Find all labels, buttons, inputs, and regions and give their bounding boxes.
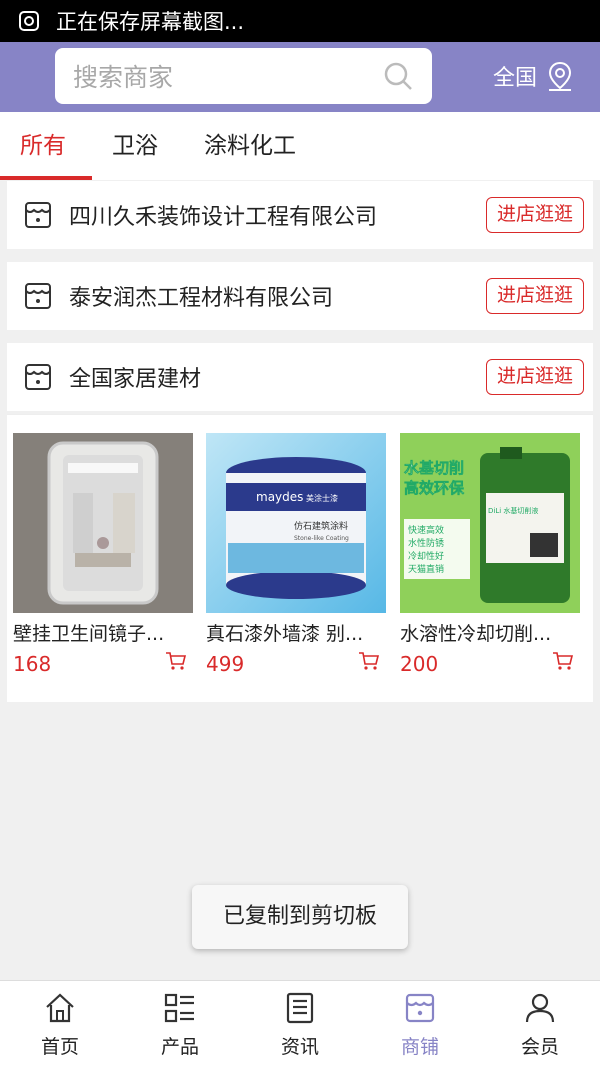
coolant-drum-label: DiLi 水基切削液: [488, 506, 538, 515]
coolant-feature: 冷却性好: [408, 550, 444, 562]
search-input[interactable]: 搜索商家: [55, 48, 432, 104]
coolant-headline-2: 高效环保: [404, 479, 465, 497]
product-card[interactable]: 水基切削 高效环保 快速高效 水性防锈 冷却性好 天猫直销 DiLi 水基切削液…: [400, 433, 580, 676]
paint-brand: maydes: [256, 490, 303, 504]
screenshot-icon: [19, 11, 39, 31]
product-card[interactable]: 壁挂卫生间镜子... 168: [13, 433, 193, 676]
tabbar-item-shops[interactable]: 商铺: [360, 981, 480, 1067]
search-icon[interactable]: [382, 60, 414, 92]
product-image-coolant[interactable]: 水基切削 高效环保 快速高效 水性防锈 冷却性好 天猫直销 DiLi 水基切削液: [400, 433, 580, 613]
top-bar: 搜索商家 全国: [0, 42, 600, 112]
tabbar-label: 商铺: [400, 1036, 439, 1058]
coolant-feature: 水性防锈: [408, 537, 444, 549]
product-image-mirror[interactable]: [13, 433, 193, 613]
coolant-feature: 快速高效: [408, 524, 444, 536]
region-selector[interactable]: 全国: [493, 56, 575, 96]
location-icon: [549, 61, 572, 91]
bottom-tab-bar: 首页 产品 资讯 商铺 会员: [0, 980, 600, 1067]
coolant-feature: 天猫直销: [408, 563, 444, 575]
status-bar: 正在保存屏幕截图...: [0, 0, 600, 42]
shop-icon: [25, 202, 51, 228]
tabbar-item-products[interactable]: 产品: [120, 981, 240, 1067]
product-name: 水溶性冷却切削...: [400, 623, 552, 645]
product-grid: 壁挂卫生间镜子... 168 maydes 美涂士漆 仿石建筑涂料 Stone-…: [7, 414, 593, 702]
grid-list-icon: [164, 993, 194, 1023]
shop-name: 四川久禾装饰设计工程有限公司: [69, 205, 378, 230]
paint-label-en: Stone-like Coating: [294, 535, 349, 542]
product-name: 壁挂卫生间镜子...: [13, 623, 165, 645]
home-icon: [46, 993, 74, 1023]
shop-icon: [25, 283, 51, 309]
tabbar-label: 首页: [40, 1036, 79, 1058]
tab-coatings-chemicals[interactable]: 涂料化工: [204, 112, 296, 180]
enter-shop-button[interactable]: 进店逛逛: [486, 197, 584, 233]
enter-shop-button[interactable]: 进店逛逛: [486, 278, 584, 314]
tabbar-label: 会员: [520, 1036, 559, 1058]
product-name: 真石漆外墙漆 别...: [206, 623, 364, 645]
product-image-paint[interactable]: maydes 美涂士漆 仿石建筑涂料 Stone-like Coating: [206, 433, 386, 613]
search-placeholder: 搜索商家: [73, 63, 174, 92]
tab-all[interactable]: 所有: [0, 112, 92, 180]
shop-name: 泰安润杰工程材料有限公司: [69, 286, 334, 311]
copied-toast: 已复制到剪切板: [192, 885, 408, 949]
tabbar-label: 产品: [160, 1036, 199, 1058]
cart-icon[interactable]: [165, 651, 187, 671]
tabbar-label: 资讯: [280, 1036, 319, 1058]
shop-name: 全国家居建材: [69, 367, 202, 392]
shop-row[interactable]: 全国家居建材 进店逛逛: [7, 343, 593, 411]
enter-shop-button[interactable]: 进店逛逛: [486, 359, 584, 395]
tabbar-item-member[interactable]: 会员: [480, 981, 600, 1067]
product-card[interactable]: maydes 美涂士漆 仿石建筑涂料 Stone-like Coating 真石…: [206, 433, 386, 676]
shop-row[interactable]: 泰安润杰工程材料有限公司 进店逛逛: [7, 262, 593, 330]
shop-row[interactable]: 四川久禾装饰设计工程有限公司 进店逛逛: [7, 181, 593, 249]
category-tabs: 所有 卫浴 涂料化工: [0, 112, 600, 180]
cart-icon[interactable]: [358, 651, 380, 671]
paint-brand-cn: 美涂士漆: [306, 493, 338, 503]
region-label: 全国: [493, 66, 538, 91]
tabbar-item-news[interactable]: 资讯: [240, 981, 360, 1067]
user-icon: [525, 993, 555, 1023]
tab-bathroom[interactable]: 卫浴: [112, 112, 158, 180]
status-text: 正在保存屏幕截图...: [56, 10, 245, 34]
tabbar-item-home[interactable]: 首页: [0, 981, 120, 1067]
shop-icon: [25, 364, 51, 390]
cart-icon[interactable]: [552, 651, 574, 671]
paint-label: 仿石建筑涂料: [294, 520, 348, 532]
shop-icon: [405, 993, 435, 1023]
news-icon: [286, 992, 314, 1024]
coolant-headline-1: 水基切削: [404, 459, 464, 477]
